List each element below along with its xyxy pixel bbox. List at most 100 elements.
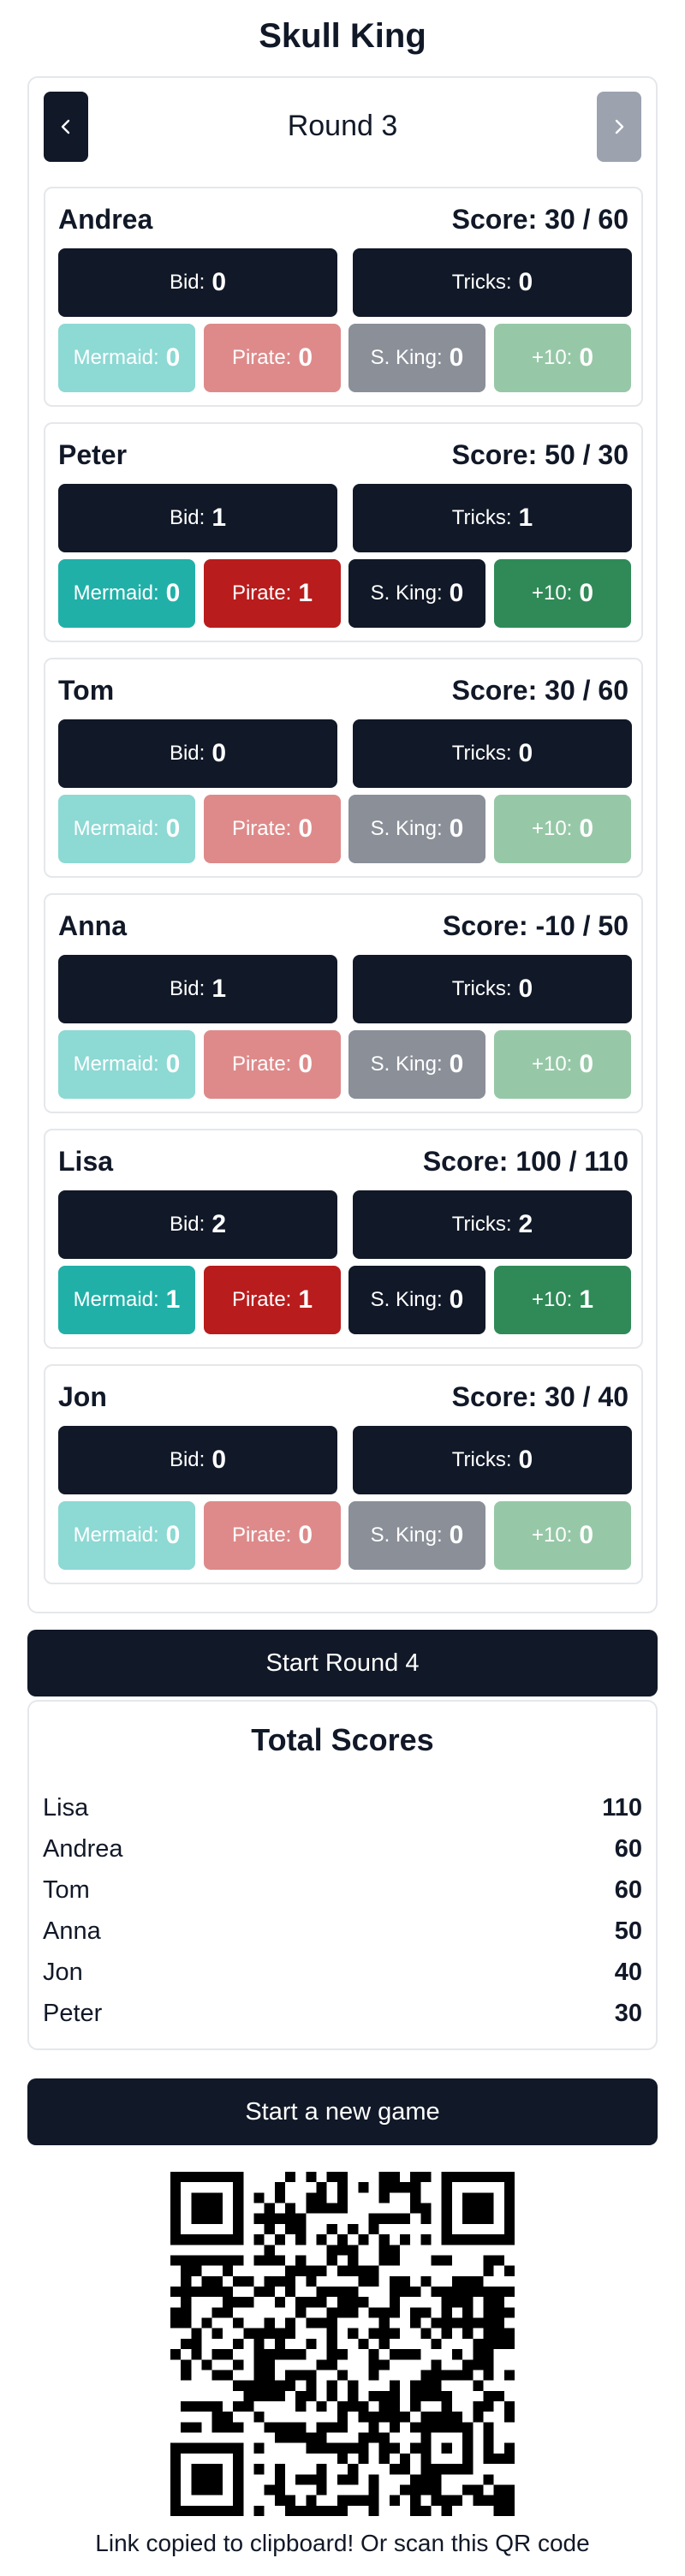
qr-module — [306, 2275, 317, 2287]
qr-module — [181, 2338, 192, 2350]
qr-module — [326, 2380, 337, 2391]
skull-king-button[interactable]: S. King: 0 — [348, 1030, 485, 1099]
qr-module — [233, 2338, 244, 2350]
qr-module — [295, 2255, 307, 2266]
pirate-button[interactable]: Pirate: 0 — [204, 324, 341, 392]
qr-module — [201, 2359, 212, 2370]
bid-button[interactable]: Bid: 2 — [58, 1190, 337, 1259]
start-new-game-button[interactable]: Start a new game — [27, 2078, 658, 2145]
qr-module — [211, 2349, 223, 2360]
qr-module — [451, 2275, 463, 2287]
skull-king-button[interactable]: S. King: 0 — [348, 1266, 485, 1334]
qr-module — [295, 2297, 307, 2308]
qr-module — [191, 2505, 202, 2516]
qr-module — [274, 2297, 285, 2308]
qr-module — [410, 2317, 421, 2329]
tricks-button[interactable]: Tricks: 0 — [353, 1426, 632, 1494]
qr-module — [348, 2495, 359, 2506]
qr-module — [233, 2453, 244, 2465]
qr-module — [211, 2172, 223, 2183]
plus10-button[interactable]: +10: 0 — [494, 1030, 631, 1099]
qr-module — [473, 2234, 484, 2245]
tricks-button[interactable]: Tricks: 2 — [353, 1190, 632, 1259]
qr-module — [431, 2317, 442, 2329]
qr-module — [503, 2192, 515, 2203]
qr-module — [483, 2349, 494, 2360]
qr-module — [441, 2317, 452, 2329]
skull-king-button[interactable]: S. King: 0 — [348, 795, 485, 863]
plus10-button[interactable]: +10: 0 — [494, 795, 631, 863]
next-round-button[interactable] — [597, 92, 641, 162]
qr-module — [503, 2265, 515, 2276]
plus10-button[interactable]: +10: 0 — [494, 559, 631, 628]
plus10-button[interactable]: +10: 1 — [494, 1266, 631, 1334]
qr-module — [326, 2422, 337, 2433]
qr-module — [264, 2359, 275, 2370]
qr-module — [316, 2401, 327, 2412]
player-score: Score: 100 / 110 — [422, 1146, 628, 1177]
qr-module — [181, 2287, 192, 2298]
qr-module — [389, 2182, 400, 2193]
mermaid-button[interactable]: Mermaid: 0 — [58, 1030, 195, 1099]
qr-module — [264, 2349, 275, 2360]
qr-module — [348, 2223, 359, 2235]
qr-module — [451, 2370, 463, 2381]
qr-module — [348, 2442, 359, 2454]
pirate-label: Pirate: — [231, 346, 292, 369]
bid-button[interactable]: Bid: 1 — [58, 955, 337, 1023]
qr-module — [378, 2182, 390, 2193]
qr-module — [400, 2412, 411, 2423]
bid-button[interactable]: Bid: 0 — [58, 248, 337, 317]
qr-module — [473, 2203, 484, 2214]
qr-module — [503, 2495, 515, 2506]
pirate-button[interactable]: Pirate: 1 — [204, 1266, 341, 1334]
tricks-button[interactable]: Tricks: 1 — [353, 484, 632, 552]
bid-button[interactable]: Bid: 0 — [58, 1426, 337, 1494]
qr-module — [420, 2328, 432, 2339]
tricks-button[interactable]: Tricks: 0 — [353, 955, 632, 1023]
bid-button[interactable]: Bid: 0 — [58, 719, 337, 788]
pirate-button[interactable]: Pirate: 0 — [204, 1501, 341, 1570]
qr-module — [316, 2464, 327, 2475]
player-score: Score: 30 / 60 — [451, 675, 628, 706]
tricks-button[interactable]: Tricks: 0 — [353, 248, 632, 317]
qr-module — [451, 2495, 463, 2506]
qr-module — [170, 2255, 182, 2266]
mermaid-button[interactable]: Mermaid: 0 — [58, 795, 195, 863]
mermaid-button[interactable]: Mermaid: 0 — [58, 559, 195, 628]
qr-module — [253, 2213, 265, 2224]
plus10-button[interactable]: +10: 0 — [494, 324, 631, 392]
skull-king-button[interactable]: S. King: 0 — [348, 1501, 485, 1570]
qr-module — [316, 2505, 327, 2516]
plus10-button[interactable]: +10: 0 — [494, 1501, 631, 1570]
qr-module — [264, 2484, 275, 2496]
tricks-button[interactable]: Tricks: 0 — [353, 719, 632, 788]
bid-button[interactable]: Bid: 1 — [58, 484, 337, 552]
qr-module — [441, 2390, 452, 2401]
round-title: Round 3 — [287, 110, 398, 142]
pirate-button[interactable]: Pirate: 0 — [204, 795, 341, 863]
start-round-button[interactable]: Start Round 4 — [27, 1630, 658, 1696]
skull-king-button[interactable]: S. King: 0 — [348, 559, 485, 628]
qr-module — [462, 2422, 474, 2433]
qr-module — [274, 2390, 285, 2401]
qr-module — [441, 2182, 452, 2193]
bid-value: 2 — [211, 1210, 227, 1238]
qr-module — [368, 2495, 379, 2506]
pirate-button[interactable]: Pirate: 0 — [204, 1030, 341, 1099]
qr-module — [170, 2223, 182, 2235]
qr-module — [233, 2359, 244, 2370]
skull-king-button[interactable]: S. King: 0 — [348, 324, 485, 392]
qr-module — [378, 2255, 390, 2266]
qr-module — [368, 2349, 379, 2360]
mermaid-button[interactable]: Mermaid: 0 — [58, 324, 195, 392]
mermaid-value: 0 — [165, 343, 181, 372]
plus10-value: 0 — [579, 579, 594, 607]
qr-module — [431, 2380, 442, 2391]
qr-module — [493, 2328, 504, 2339]
total-player-name: Tom — [43, 1875, 90, 1904]
pirate-button[interactable]: Pirate: 1 — [204, 559, 341, 628]
mermaid-button[interactable]: Mermaid: 0 — [58, 1501, 195, 1570]
mermaid-button[interactable]: Mermaid: 1 — [58, 1266, 195, 1334]
qr-module — [264, 2390, 275, 2401]
